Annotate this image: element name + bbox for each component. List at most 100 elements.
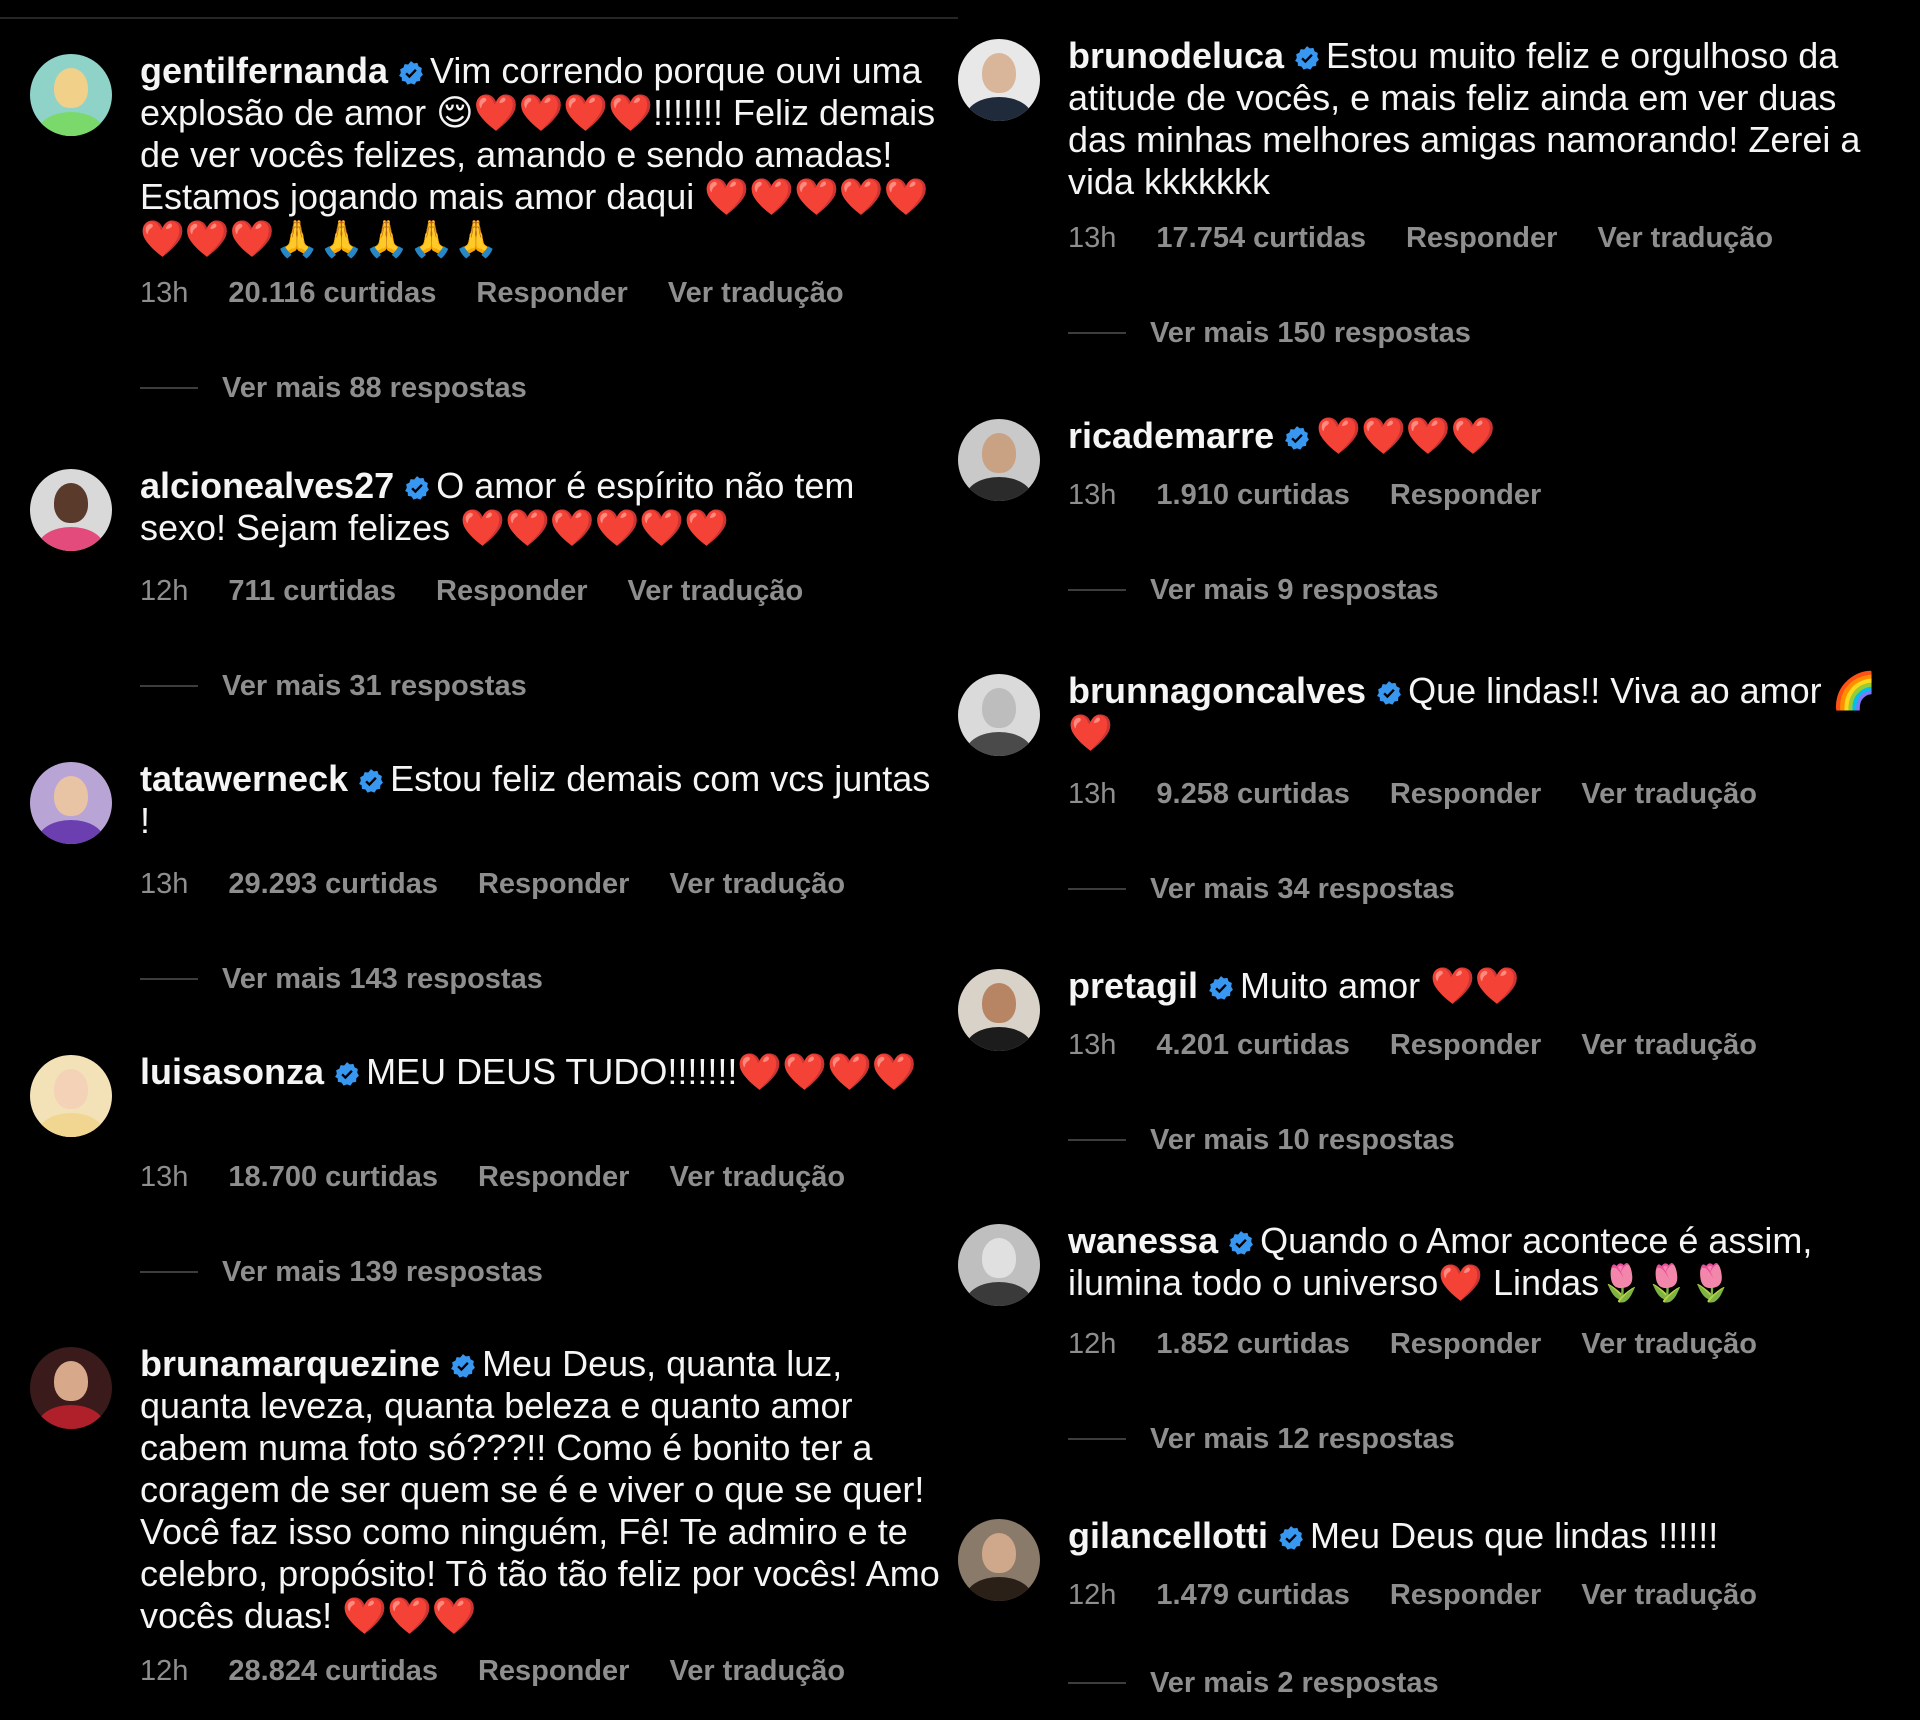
username[interactable]: pretagil bbox=[1068, 965, 1198, 1006]
like-count[interactable]: 28.824 curtidas bbox=[228, 1655, 438, 1687]
reply-button[interactable]: Responder bbox=[1390, 778, 1541, 810]
username[interactable]: luisasonza bbox=[140, 1051, 324, 1092]
view-replies-button[interactable]: Ver mais 143 respostas bbox=[140, 961, 543, 997]
like-count[interactable]: 711 curtidas bbox=[228, 575, 396, 607]
comment-time[interactable]: 12h bbox=[140, 1655, 188, 1687]
reply-button[interactable]: Responder bbox=[478, 1655, 629, 1687]
comment-time[interactable]: 13h bbox=[140, 1161, 188, 1193]
comment-body: Meu Deus que lindas !!!!!! bbox=[1310, 1515, 1719, 1556]
view-replies-label: Ver mais 31 respostas bbox=[222, 670, 527, 702]
username[interactable]: brunamarquezine bbox=[140, 1343, 440, 1384]
translate-button[interactable]: Ver tradução bbox=[1581, 1328, 1757, 1360]
like-count[interactable]: 18.700 curtidas bbox=[228, 1161, 438, 1193]
avatar[interactable] bbox=[30, 762, 112, 844]
username[interactable]: ricademarre bbox=[1068, 415, 1274, 456]
comment-time[interactable]: 12h bbox=[140, 575, 188, 607]
reply-button[interactable]: Responder bbox=[478, 868, 629, 900]
translate-button[interactable]: Ver tradução bbox=[1581, 778, 1757, 810]
view-replies-button[interactable]: Ver mais 10 respostas bbox=[1068, 1122, 1455, 1158]
view-replies-button[interactable]: Ver mais 12 respostas bbox=[1068, 1421, 1455, 1457]
comment-time[interactable]: 12h bbox=[1068, 1328, 1116, 1360]
view-replies-label: Ver mais 143 respostas bbox=[222, 963, 543, 995]
comment-time[interactable]: 13h bbox=[140, 868, 188, 900]
verified-badge-icon bbox=[399, 61, 423, 85]
view-replies-button[interactable]: Ver mais 139 respostas bbox=[140, 1254, 543, 1290]
avatar[interactable] bbox=[958, 969, 1040, 1051]
comment-text-block: luisasonza MEU DEUS TUDO!!!!!!!❤️❤️❤️❤️ bbox=[140, 1051, 940, 1093]
comment-text-block: tatawerneck Estou feliz demais com vcs ju… bbox=[140, 758, 940, 842]
comment-text-block: ricademarre ❤️❤️❤️❤️ bbox=[1068, 415, 1898, 457]
view-replies-button[interactable]: Ver mais 34 respostas bbox=[1068, 871, 1455, 907]
view-replies-button[interactable]: Ver mais 150 respostas bbox=[1068, 315, 1471, 351]
avatar[interactable] bbox=[958, 674, 1040, 756]
reply-button[interactable]: Responder bbox=[1390, 1579, 1541, 1611]
comment-time[interactable]: 12h bbox=[1068, 1579, 1116, 1611]
reply-button[interactable]: Responder bbox=[1406, 222, 1557, 254]
verified-badge-icon bbox=[1209, 976, 1233, 1000]
like-count[interactable]: 1.852 curtidas bbox=[1156, 1328, 1349, 1360]
verified-badge-icon bbox=[1229, 1231, 1254, 1255]
comment-actions: 13h 17.754 curtidas Responder Ver tradução bbox=[1068, 220, 1813, 256]
reply-button[interactable]: Responder bbox=[1390, 1328, 1541, 1360]
reply-button[interactable]: Responder bbox=[1390, 479, 1541, 511]
like-count[interactable]: 1.910 curtidas bbox=[1156, 479, 1349, 511]
avatar[interactable] bbox=[30, 1055, 112, 1137]
comment-text-block: brunamarquezine Meu Deus, quanta luz, qua… bbox=[140, 1343, 940, 1637]
like-count[interactable]: 1.479 curtidas bbox=[1156, 1579, 1349, 1611]
avatar[interactable] bbox=[30, 469, 112, 551]
reply-button[interactable]: Responder bbox=[476, 277, 627, 309]
like-count[interactable]: 29.293 curtidas bbox=[228, 868, 438, 900]
view-replies-button[interactable]: Ver mais 9 respostas bbox=[1068, 572, 1439, 608]
comment-time[interactable]: 13h bbox=[1068, 479, 1116, 511]
view-replies-label: Ver mais 150 respostas bbox=[1150, 317, 1471, 349]
like-count[interactable]: 20.116 curtidas bbox=[228, 277, 436, 309]
comment-time[interactable]: 13h bbox=[140, 277, 188, 309]
verified-badge-icon bbox=[451, 1354, 475, 1378]
reply-button[interactable]: Responder bbox=[436, 575, 587, 607]
view-replies-label: Ver mais 9 respostas bbox=[1150, 574, 1439, 606]
username[interactable]: brunnagoncalves bbox=[1068, 670, 1366, 711]
username[interactable]: tatawerneck bbox=[140, 758, 348, 799]
username[interactable]: gilancellotti bbox=[1068, 1515, 1268, 1556]
comment-actions: 12h 711 curtidas Responder Ver tradução bbox=[140, 573, 843, 609]
like-count[interactable]: 17.754 curtidas bbox=[1156, 222, 1366, 254]
username[interactable]: wanessa bbox=[1068, 1220, 1218, 1261]
replies-line bbox=[1068, 589, 1126, 591]
avatar[interactable] bbox=[30, 1347, 112, 1429]
translate-button[interactable]: Ver tradução bbox=[668, 277, 844, 309]
view-replies-button[interactable]: Ver mais 2 respostas bbox=[1068, 1665, 1439, 1701]
view-replies-label: Ver mais 139 respostas bbox=[222, 1256, 543, 1288]
comment-text-block: wanessa Quando o Amor acontece é assim, i… bbox=[1068, 1220, 1898, 1304]
comment-text-block: brunnagoncalves Que lindas!! Viva ao amor… bbox=[1068, 670, 1898, 754]
like-count[interactable]: 9.258 curtidas bbox=[1156, 778, 1349, 810]
avatar[interactable] bbox=[958, 419, 1040, 501]
view-replies-button[interactable]: Ver mais 88 respostas bbox=[140, 370, 527, 406]
avatar[interactable] bbox=[958, 39, 1040, 121]
translate-button[interactable]: Ver tradução bbox=[669, 868, 845, 900]
translate-button[interactable]: Ver tradução bbox=[669, 1655, 845, 1687]
replies-line bbox=[1068, 1139, 1126, 1141]
comment-time[interactable]: 13h bbox=[1068, 778, 1116, 810]
verified-badge-icon bbox=[405, 476, 430, 500]
avatar[interactable] bbox=[958, 1519, 1040, 1601]
username[interactable]: brunodeluca bbox=[1068, 35, 1284, 76]
username[interactable]: alcionealves27 bbox=[140, 465, 394, 506]
replies-line bbox=[1068, 1682, 1126, 1684]
reply-button[interactable]: Responder bbox=[1390, 1029, 1541, 1061]
username[interactable]: gentilfernanda bbox=[140, 50, 388, 91]
translate-button[interactable]: Ver tradução bbox=[628, 575, 804, 607]
reply-button[interactable]: Responder bbox=[478, 1161, 629, 1193]
avatar[interactable] bbox=[30, 54, 112, 136]
avatar[interactable] bbox=[958, 1224, 1040, 1306]
translate-button[interactable]: Ver tradução bbox=[1581, 1029, 1757, 1061]
view-replies-button[interactable]: Ver mais 31 respostas bbox=[140, 668, 527, 704]
like-count[interactable]: 4.201 curtidas bbox=[1156, 1029, 1349, 1061]
comment-actions: 13h 1.910 curtidas Responder bbox=[1068, 477, 1581, 513]
translate-button[interactable]: Ver tradução bbox=[669, 1161, 845, 1193]
comment-body: Meu Deus, quanta luz, quanta leveza, qua… bbox=[140, 1343, 940, 1636]
translate-button[interactable]: Ver tradução bbox=[1581, 1579, 1757, 1611]
comment-time[interactable]: 13h bbox=[1068, 1029, 1116, 1061]
comment-actions: 13h 18.700 curtidas Responder Ver tradução bbox=[140, 1159, 885, 1195]
translate-button[interactable]: Ver tradução bbox=[1597, 222, 1773, 254]
comment-time[interactable]: 13h bbox=[1068, 222, 1116, 254]
